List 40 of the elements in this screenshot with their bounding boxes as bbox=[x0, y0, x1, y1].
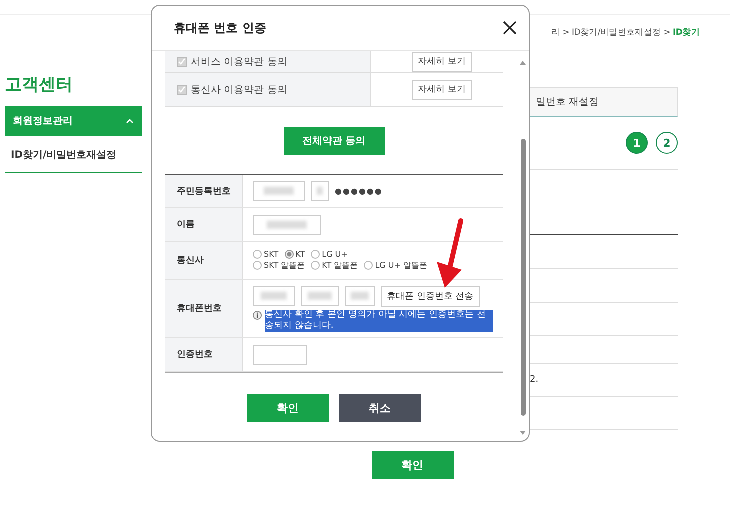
breadcrumb: 리 > ID찾기/비밀번호재설정 > ID찾기 bbox=[552, 27, 700, 39]
resident-number-field[interactable] bbox=[253, 181, 305, 201]
form-label: 이름 bbox=[165, 208, 243, 241]
carrier-radio[interactable]: KT 알뜰폰 bbox=[311, 260, 358, 271]
carrier-radio[interactable]: SKT 알뜰폰 bbox=[253, 260, 306, 271]
carrier-radio[interactable]: KT bbox=[284, 250, 306, 259]
agreement-label: 서비스 이용약관 동의 bbox=[191, 56, 288, 68]
form-label: 인증번호 bbox=[165, 338, 243, 371]
form-label: 주민등록번호 bbox=[165, 175, 243, 207]
cancel-button[interactable]: 취소 bbox=[339, 394, 421, 422]
phone-field[interactable] bbox=[253, 286, 295, 306]
scroll-up-icon[interactable] bbox=[520, 61, 526, 65]
sidebar-title: 고객센터 bbox=[5, 74, 74, 96]
scroll-down-icon[interactable] bbox=[520, 431, 526, 435]
tab[interactable]: 밀번호 재설정 bbox=[530, 87, 678, 117]
info-icon bbox=[253, 310, 262, 320]
checkbox[interactable] bbox=[177, 56, 187, 66]
notice-text: 통신사 확인 후 본인 명의가 아닐 시에는 인증번호는 전송되지 않습니다. bbox=[265, 310, 493, 332]
sidebar-item[interactable]: ID찾기/비밀번호재설정 bbox=[5, 136, 142, 173]
send-code-button[interactable]: 휴대폰 인증번호 전송 bbox=[381, 286, 480, 306]
resident-number-field[interactable] bbox=[311, 181, 329, 201]
step-indicator: 1 bbox=[626, 132, 648, 154]
details-button[interactable]: 자세히 보기 bbox=[412, 52, 472, 72]
code-field[interactable] bbox=[253, 344, 307, 364]
checkbox[interactable] bbox=[177, 84, 187, 94]
details-button[interactable]: 자세히 보기 bbox=[412, 80, 472, 100]
phone-field[interactable] bbox=[345, 286, 375, 306]
form-label: 휴대폰번호 bbox=[165, 280, 243, 337]
dialog-title: 휴대폰 번호 인증 bbox=[174, 20, 266, 36]
masked-digits: ●●●●●● bbox=[335, 186, 383, 196]
phone-field[interactable] bbox=[301, 286, 339, 306]
carrier-radio[interactable]: LG U+ bbox=[311, 250, 348, 259]
name-field[interactable] bbox=[253, 214, 321, 234]
agreement-label: 통신사 이용약관 동의 bbox=[191, 84, 288, 96]
note-text: 2. bbox=[530, 375, 539, 385]
carrier-radio[interactable]: LG U+ 알뜰폰 bbox=[364, 260, 428, 271]
close-icon[interactable] bbox=[503, 21, 517, 35]
form-label: 통신사 bbox=[165, 242, 243, 279]
step-indicator: 2 bbox=[656, 132, 678, 154]
carrier-radio[interactable]: SKT bbox=[253, 250, 279, 259]
